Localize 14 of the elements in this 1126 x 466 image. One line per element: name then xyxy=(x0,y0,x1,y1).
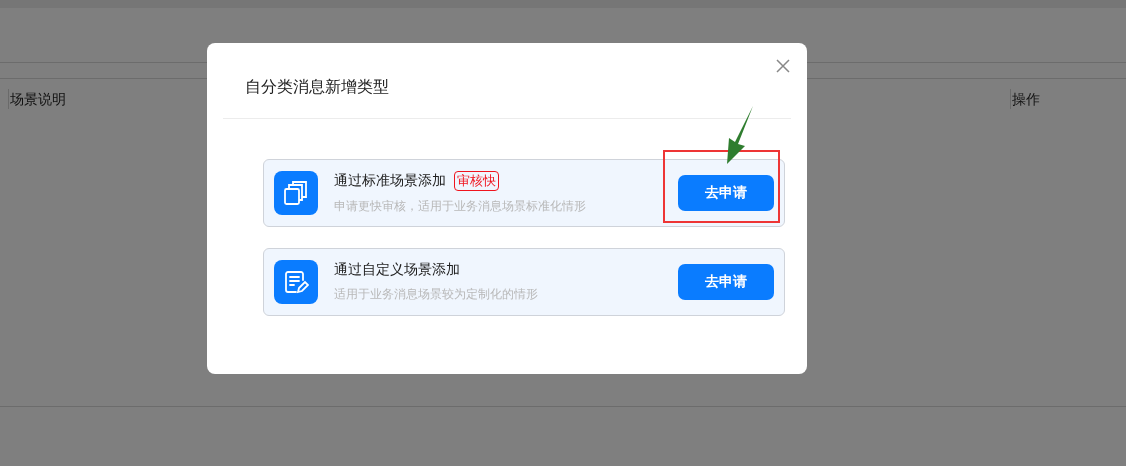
arrow-icon xyxy=(724,106,754,166)
option-title: 通过自定义场景添加 xyxy=(334,261,460,279)
option-description: 适用于业务消息场景较为定制化的情形 xyxy=(334,286,539,303)
apply-button[interactable]: 去申请 xyxy=(678,264,774,300)
option-title: 通过标准场景添加 xyxy=(334,172,446,190)
column-header: 操作 xyxy=(1010,89,1040,109)
apply-button[interactable]: 去申请 xyxy=(678,175,774,211)
option-description: 申请更快审核，适用于业务消息场景标准化情形 xyxy=(334,198,587,215)
note-edit-icon xyxy=(274,260,318,304)
copies-icon xyxy=(274,171,318,215)
close-icon[interactable] xyxy=(774,57,792,75)
dialog-title: 自分类消息新增类型 xyxy=(245,77,389,98)
badge: 审核快 xyxy=(454,171,499,191)
column-header: 场景说明 xyxy=(8,89,66,109)
